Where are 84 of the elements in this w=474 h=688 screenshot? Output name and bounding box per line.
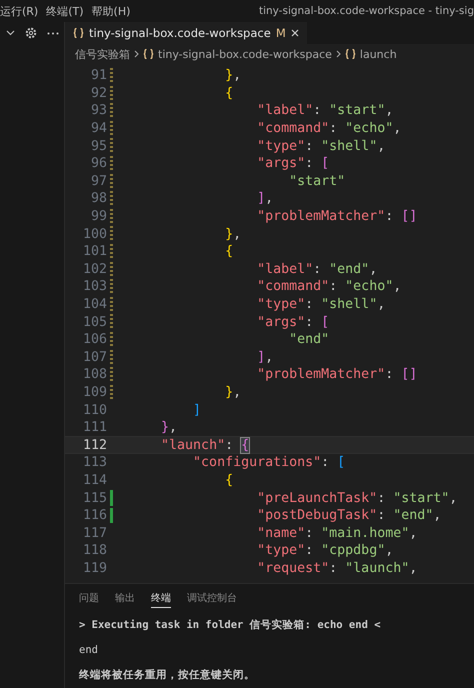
line-number: 118 (82, 543, 107, 558)
window-title: tiny-signal-box.code-workspace - tiny-sig (258, 5, 474, 17)
menu-item[interactable]: 终端(T) (46, 4, 92, 18)
line-number: 119 (82, 560, 107, 576)
code-line: ] (192, 402, 202, 418)
line-number: 111 (82, 420, 107, 436)
modified-label: M (276, 26, 286, 40)
code-line: "args": [ (256, 156, 330, 172)
code-line: "type": "shell", (256, 297, 386, 312)
code-line: { (224, 86, 234, 101)
code-line: { (224, 472, 234, 488)
settings-icon[interactable] (25, 27, 37, 39)
line-number: 91 (90, 68, 107, 84)
line-number: 109 (82, 384, 107, 400)
line-number: 113 (82, 455, 107, 470)
code-line: "type": "shell", (256, 138, 386, 154)
braces-icon (73, 28, 84, 38)
panel-tab[interactable]: 输出 (115, 588, 135, 608)
terminal-line: > Executing task in folder 信号实验箱: echo end < (79, 618, 382, 632)
code-line: "launch": { (160, 438, 250, 453)
line-number: 110 (82, 402, 107, 418)
code-line: }, (224, 384, 242, 400)
line-number: 107 (82, 350, 107, 365)
line-number: 101 (82, 244, 107, 260)
line-number: 102 (82, 262, 107, 277)
code-line: "label": "start", (256, 103, 394, 118)
braces-icon (143, 49, 154, 59)
panel-tab[interactable]: 问题 (79, 588, 99, 608)
code-line: "postDebugTask": "end", (256, 508, 442, 524)
chevron-right-icon (336, 50, 341, 58)
code-line: "args": [ (256, 314, 330, 330)
panel-tab[interactable]: 调试控制台 (187, 588, 237, 608)
line-number: 95 (90, 138, 107, 154)
code-line: "name": "main.home", (256, 526, 418, 541)
terminal-line: 终端将被任务重用，按任意键关闭。 (79, 668, 256, 682)
line-number: 94 (90, 121, 107, 136)
breadcrumb-item[interactable]: 信号实验箱 (75, 46, 130, 62)
code-line: }, (224, 226, 242, 242)
code-line: ], (256, 191, 274, 206)
line-number: 99 (90, 209, 107, 224)
code-line: "request": "launch", (256, 560, 418, 576)
line-number: 114 (82, 472, 107, 488)
line-number: 106 (82, 332, 107, 348)
line-number: 105 (82, 314, 107, 330)
terminal-line: end (79, 642, 99, 658)
code-line: ], (256, 350, 274, 365)
line-number: 93 (90, 103, 107, 118)
close-icon[interactable] (290, 29, 299, 37)
more-icon[interactable] (47, 32, 59, 34)
line-number: 98 (90, 191, 107, 206)
line-number: 92 (90, 86, 107, 101)
code-line: "preLaunchTask": "start", (256, 490, 458, 506)
panel-tab[interactable]: 终端 (151, 588, 171, 608)
line-number: 112 (82, 438, 107, 453)
code-line: "end" (288, 332, 330, 348)
tab-label: tiny-signal-box.code-workspace (89, 26, 271, 40)
code-line: "command": "echo", (256, 121, 402, 136)
chevron-right-icon (134, 50, 139, 58)
line-number: 115 (82, 490, 107, 506)
braces-icon (344, 49, 356, 59)
line-number: 100 (82, 226, 107, 242)
line-number: 96 (90, 156, 107, 172)
code-line: "problemMatcher": [] (256, 209, 418, 224)
line-number: 104 (82, 297, 107, 312)
code-line: }, (160, 420, 178, 436)
line-number: 116 (82, 508, 107, 524)
line-number: 97 (90, 174, 107, 189)
code-line: "start" (288, 174, 346, 189)
code-line: "configurations": [ (192, 455, 346, 470)
code-line: { (224, 244, 234, 260)
chevron-down-icon[interactable] (6, 30, 15, 36)
code-line: }, (224, 68, 242, 84)
breadcrumb-item[interactable]: tiny-signal-box.code-workspace (158, 48, 332, 60)
breadcrumb-item[interactable]: launch (360, 48, 397, 60)
menu-item[interactable]: 帮助(H) (92, 4, 138, 18)
editor-tab[interactable]: tiny-signal-box.code-workspace M (65, 22, 307, 44)
menu-item[interactable]: 运行(R) (0, 4, 46, 18)
code-line: "type": "cppdbg", (256, 543, 394, 558)
line-number: 108 (82, 367, 107, 382)
code-line: "command": "echo", (256, 279, 402, 294)
line-number: 103 (82, 279, 107, 294)
line-number: 117 (82, 526, 107, 541)
code-line: "label": "end", (256, 262, 378, 277)
code-line: "problemMatcher": [] (256, 367, 418, 382)
